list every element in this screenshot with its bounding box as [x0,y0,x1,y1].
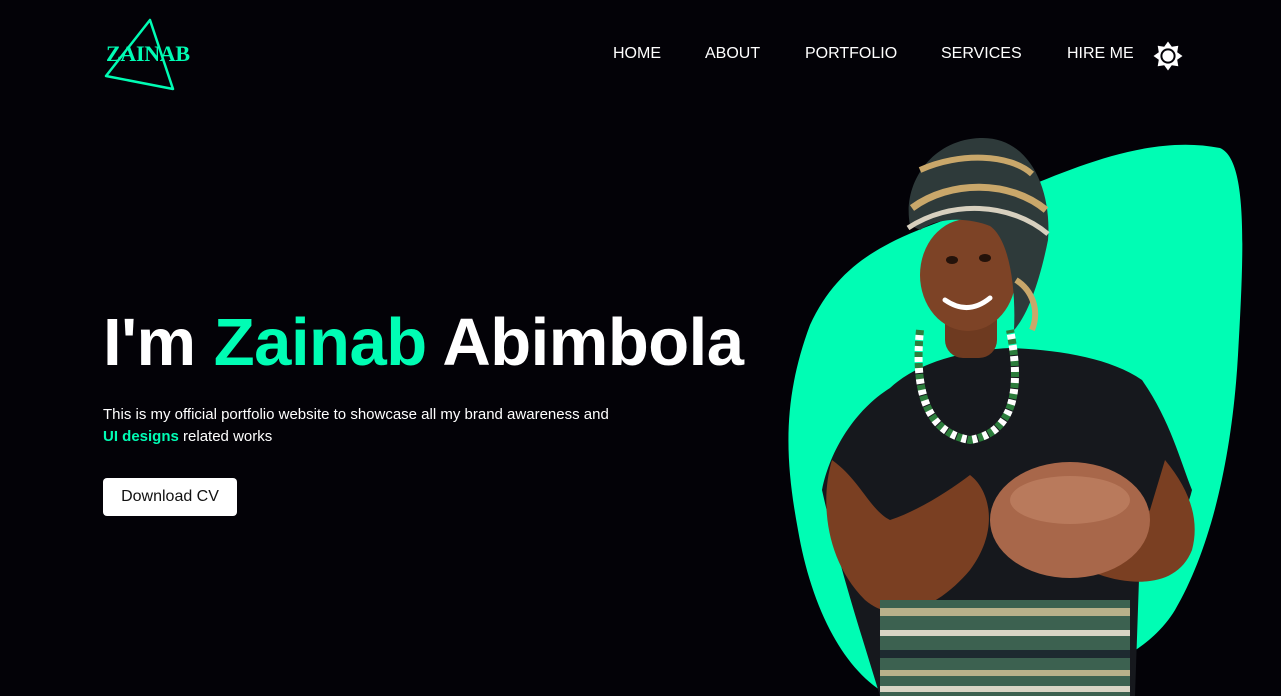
hero-title-prefix: I'm [103,305,196,380]
logo-text: ZAINAB [106,41,190,66]
portrait-photo [788,137,1243,696]
nav-hire-me[interactable]: HIRE ME [1067,44,1134,64]
nav-about[interactable]: ABOUT [705,44,760,64]
hero-title-last-name: Abimbola [442,305,744,380]
hero-art [770,130,1281,696]
hero-intro: This is my official portfolio website to… [103,404,673,448]
download-cv-button[interactable]: Download CV [103,478,237,516]
hero-title-first-name: Zainab [213,305,427,380]
intro-highlight: UI designs [103,428,179,445]
sun-icon [1153,41,1183,71]
nav-home[interactable]: HOME [613,44,661,64]
logo[interactable]: ZAINAB [104,18,196,92]
nav-portfolio[interactable]: PORTFOLIO [805,44,897,64]
hero-title: I'm Zainab Abimbola [103,305,744,381]
theme-toggle-button[interactable] [1152,40,1184,72]
intro-end: related works [183,428,273,445]
intro-line: This is my official portfolio website to… [103,406,609,423]
nav-services[interactable]: SERVICES [941,44,1022,64]
